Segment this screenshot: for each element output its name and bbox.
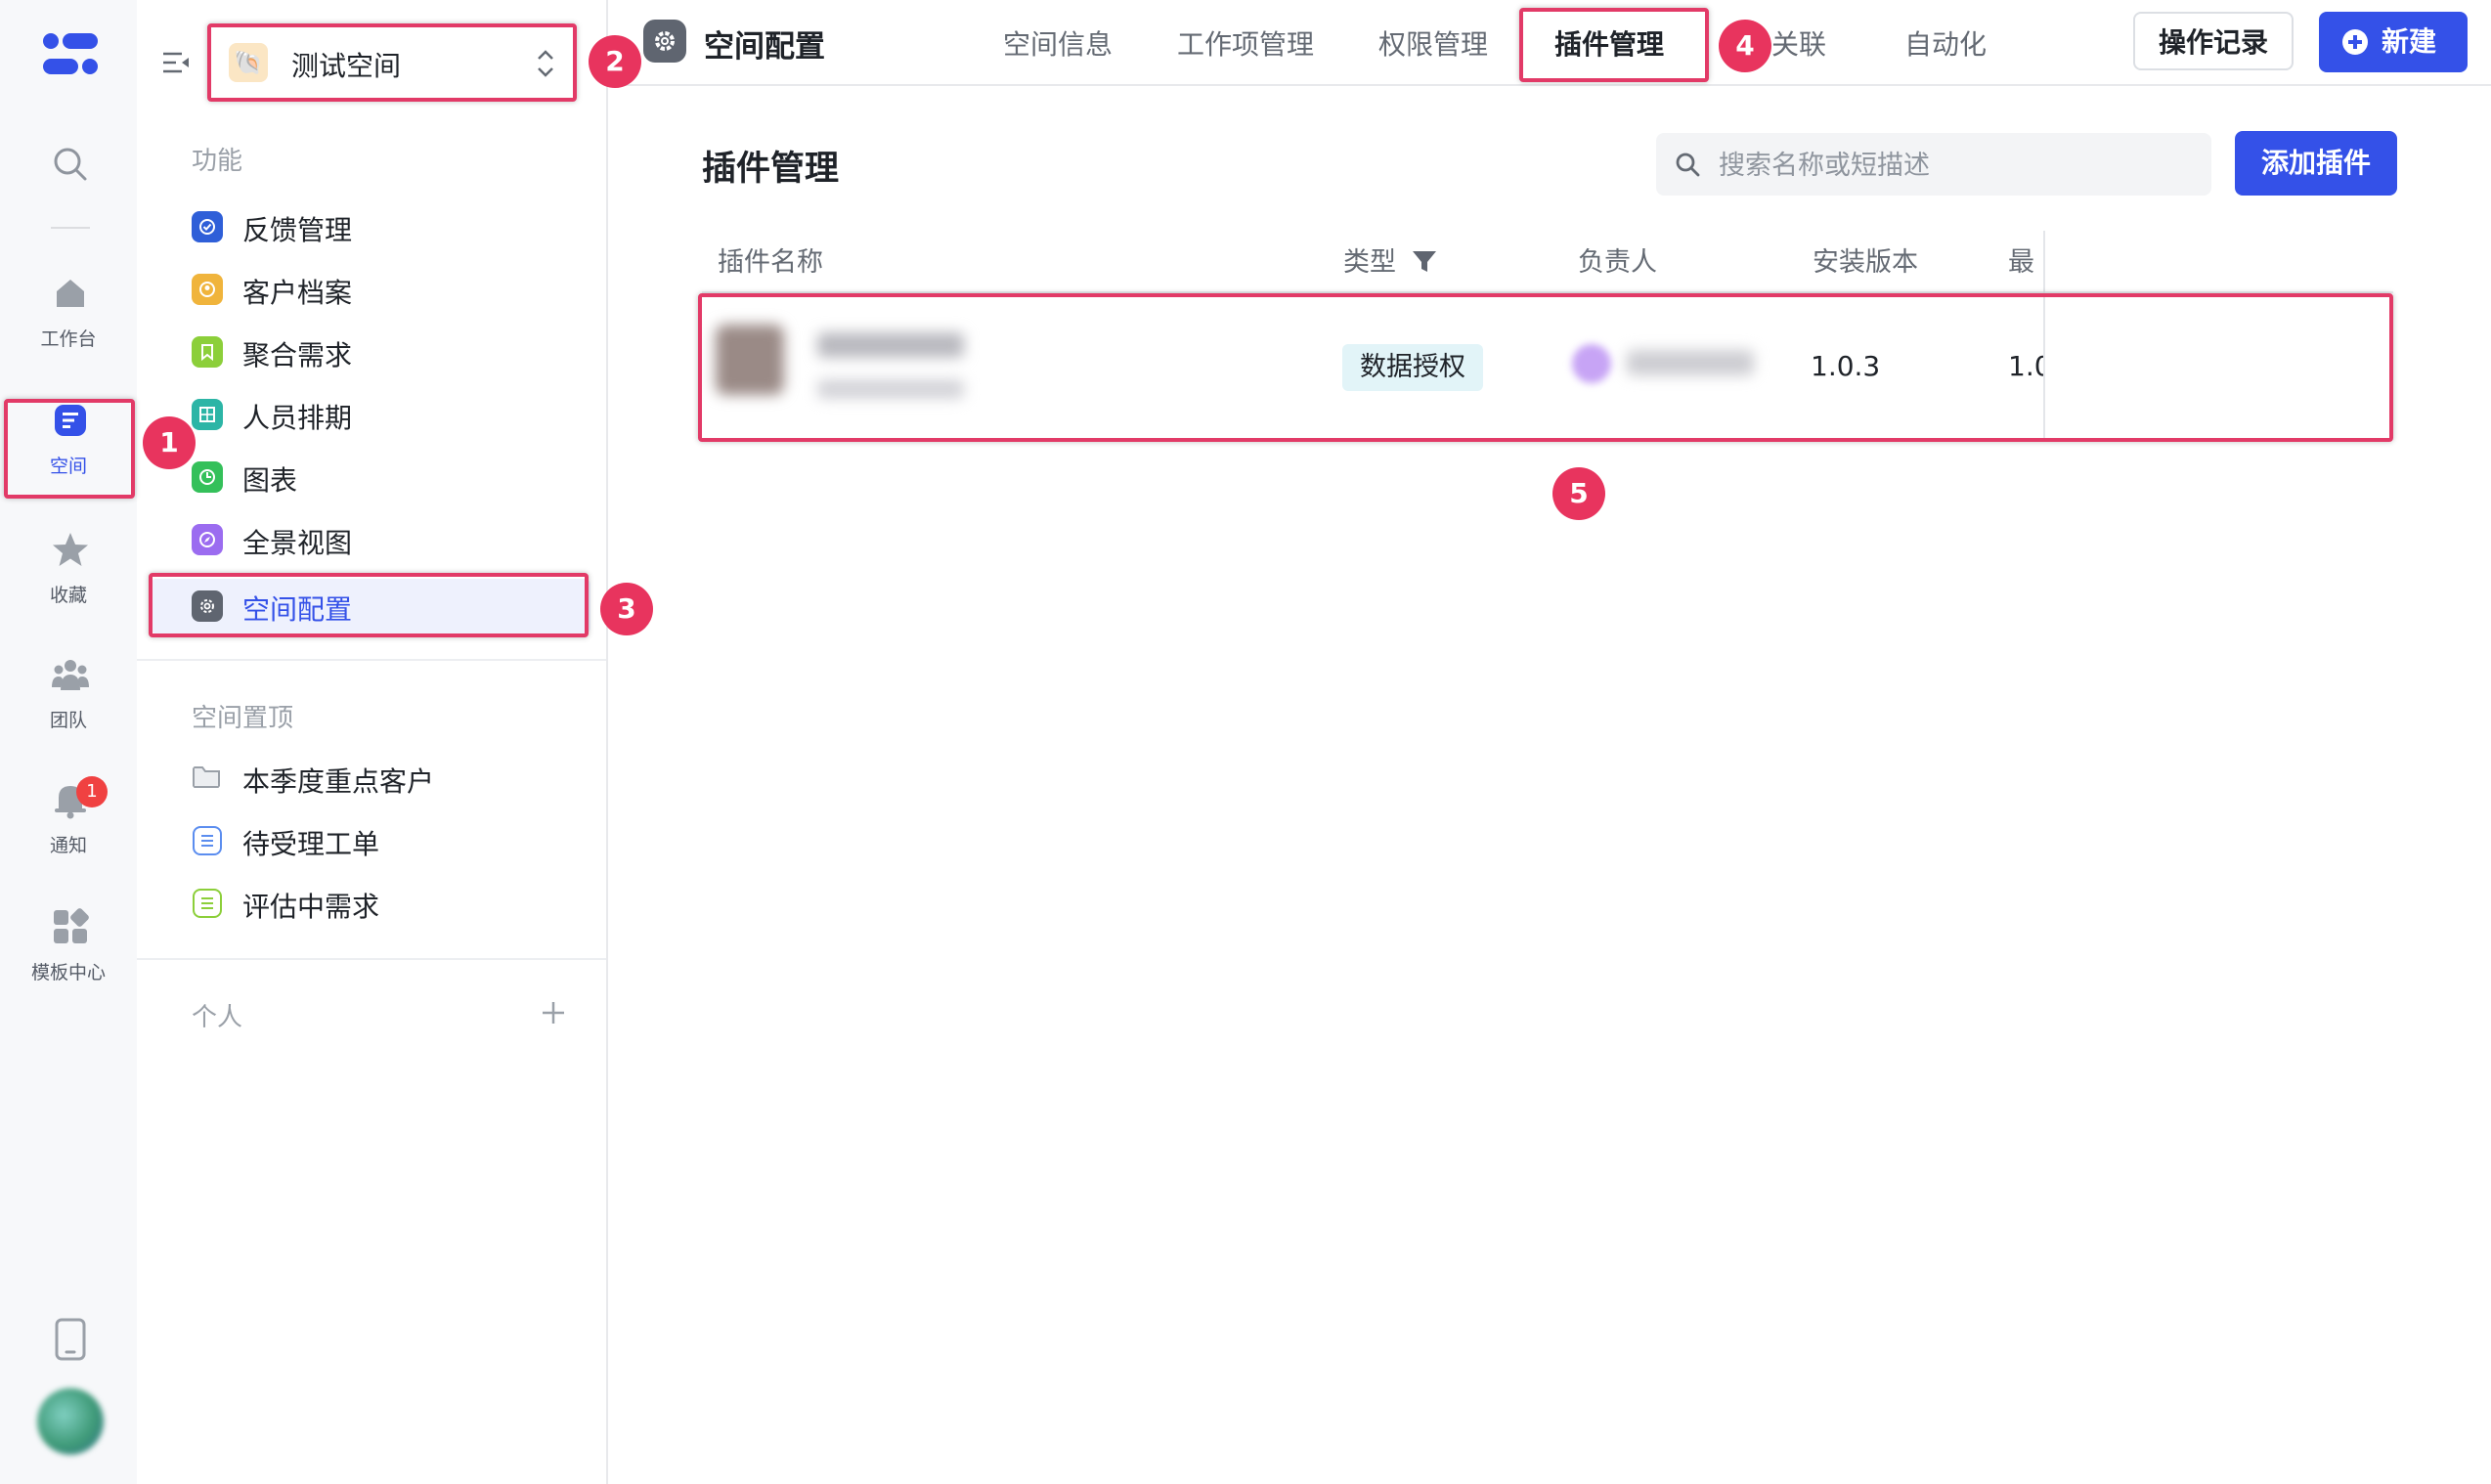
search-input[interactable] [1717, 143, 2200, 188]
sidebar-divider [137, 659, 606, 661]
highlight-box-plugins-tab [1519, 8, 1709, 82]
column-header-type[interactable]: 类型 [1343, 240, 1438, 279]
search-icon[interactable] [51, 145, 90, 184]
rail-item-team[interactable]: 团队 [0, 645, 137, 743]
bookmark-icon [192, 336, 223, 368]
annotation-number: 2 [589, 35, 641, 88]
collapse-sidebar-icon[interactable] [160, 47, 192, 78]
sidebar-item-label: 全景视图 [242, 527, 353, 559]
history-button[interactable]: 操作记录 [2133, 12, 2294, 70]
sidebar-item-feedback[interactable]: 反馈管理 [192, 199, 602, 254]
sidebar-item-label: 图表 [242, 464, 298, 497]
tab-space-info[interactable]: 空间信息 [1003, 23, 1113, 63]
annotation-number: 4 [1719, 20, 1771, 72]
search-icon [1676, 153, 1700, 177]
section-title-personal: 个人 [192, 1003, 243, 1032]
app-window: 工作台 空间 收藏 团队 1 通知 模板中心 🐚 测试空间 功能 反馈管理 客户… [0, 0, 2491, 1484]
folder-icon [193, 766, 220, 788]
column-header-owner: 负责人 [1578, 247, 1657, 278]
sidebar-item-label: 人员排期 [242, 402, 353, 434]
sidebar-item-requirements[interactable]: 聚合需求 [192, 325, 602, 379]
page-title: 空间配置 [704, 29, 825, 65]
pinned-item-evaluating[interactable]: 评估中需求 [192, 876, 602, 931]
plus-circle-icon [2342, 29, 2368, 55]
annotation-number: 3 [600, 583, 653, 635]
rail-item-label: 收藏 [49, 585, 87, 606]
left-rail: 工作台 空间 收藏 团队 1 通知 模板中心 [0, 0, 139, 1484]
annotation-number: 5 [1552, 467, 1605, 520]
rail-item-label: 模板中心 [30, 962, 106, 983]
add-icon[interactable] [540, 999, 567, 1026]
rail-item-templates[interactable]: 模板中心 [0, 897, 137, 995]
customer-icon [192, 274, 223, 305]
sidebar-item-label: 客户档案 [242, 277, 353, 309]
sidebar-item-charts[interactable]: 图表 [192, 450, 602, 504]
sidebar-item-customer[interactable]: 客户档案 [192, 262, 602, 317]
plugin-search[interactable] [1656, 133, 2211, 196]
team-icon [52, 660, 89, 690]
app-logo-icon[interactable] [43, 31, 98, 78]
sidebar-item-schedule[interactable]: 人员排期 [192, 387, 602, 442]
section-title-features: 功能 [192, 147, 243, 176]
section-title-pinned: 空间置顶 [192, 704, 294, 733]
list-view-icon [193, 826, 222, 855]
column-header-name: 插件名称 [718, 247, 823, 278]
sidebar-item-panorama[interactable]: 全景视图 [192, 512, 602, 567]
gear-icon [643, 20, 686, 63]
highlight-box-space-selector [207, 23, 577, 102]
sidebar-item-label: 本季度重点客户 [242, 765, 435, 798]
highlight-box-plugin-row [698, 293, 2393, 442]
template-icon [54, 908, 89, 943]
section-heading: 插件管理 [702, 150, 840, 189]
feedback-icon [192, 211, 223, 242]
column-header-install-version: 安装版本 [1813, 247, 1918, 278]
rail-item-label: 通知 [49, 835, 87, 856]
notification-badge: 1 [76, 776, 108, 807]
chart-icon [192, 461, 223, 493]
rail-divider [51, 227, 90, 229]
column-header-latest-version: 最 [2008, 247, 2034, 278]
compass-icon [192, 524, 223, 555]
list-view-icon [193, 889, 222, 918]
rail-item-label: 工作台 [40, 328, 97, 350]
tab-permissions[interactable]: 权限管理 [1378, 23, 1488, 63]
mobile-icon[interactable] [55, 1318, 86, 1361]
user-avatar[interactable] [37, 1388, 104, 1455]
space-sidebar: 🐚 测试空间 功能 反馈管理 客户档案 聚合需求 人员排期 图表 全景视图 空间… [137, 0, 608, 1484]
new-button[interactable]: 新建 [2319, 12, 2468, 72]
sidebar-item-label: 聚合需求 [242, 339, 353, 371]
annotation-number: 1 [143, 416, 196, 469]
rail-item-notifications[interactable]: 1 通知 [0, 770, 137, 868]
tab-work-item[interactable]: 工作项管理 [1177, 23, 1314, 63]
highlight-box-space [4, 399, 135, 499]
filter-icon[interactable] [1411, 247, 1438, 275]
sidebar-item-label: 反馈管理 [242, 214, 353, 246]
home-icon [57, 280, 84, 307]
sidebar-item-label: 评估中需求 [242, 891, 380, 923]
sidebar-item-label: 待受理工单 [242, 828, 380, 860]
grid-table-icon [192, 399, 223, 430]
new-button-label: 新建 [2382, 25, 2437, 58]
add-plugin-button[interactable]: 添加插件 [2235, 131, 2397, 196]
highlight-box-space-config [149, 573, 589, 637]
star-icon [53, 533, 88, 566]
tab-automation[interactable]: 自动化 [1904, 23, 1987, 63]
rail-item-favorites[interactable]: 收藏 [0, 520, 137, 618]
rail-item-label: 团队 [49, 710, 87, 731]
pinned-item-key-customers[interactable]: 本季度重点客户 [192, 751, 602, 806]
rail-item-workbench[interactable]: 工作台 [0, 264, 137, 362]
sidebar-divider [137, 958, 606, 960]
column-header-label: 类型 [1343, 247, 1396, 278]
tab-relations[interactable]: 关联 [1771, 23, 1826, 63]
pinned-item-pending-tickets[interactable]: 待受理工单 [192, 813, 602, 868]
